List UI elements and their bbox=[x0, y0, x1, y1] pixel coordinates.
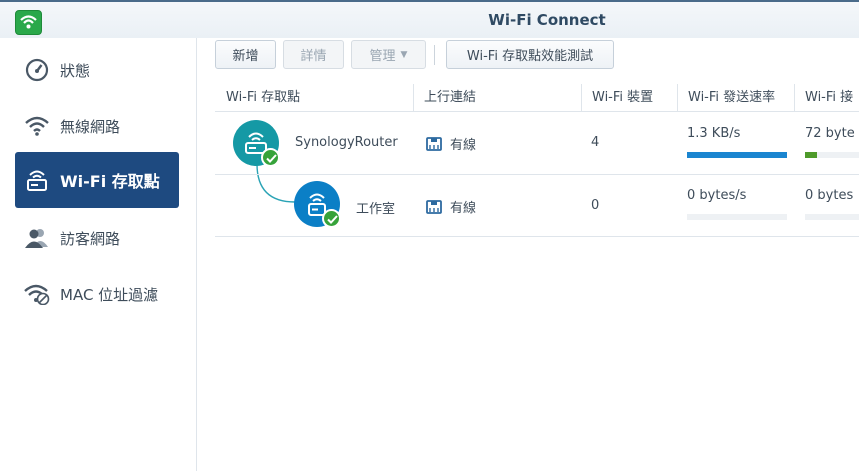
tx-rate-bar-fill bbox=[687, 152, 787, 158]
uplink-cell: 有線 bbox=[426, 134, 476, 155]
sidebar-item-mac-filter[interactable]: MAC 位址過濾 bbox=[15, 266, 179, 322]
toolbar-separator bbox=[434, 45, 435, 65]
window-title: Wi-Fi Connect bbox=[488, 11, 606, 29]
guest-users-icon bbox=[24, 225, 50, 251]
sidebar-item-wireless[interactable]: 無線網路 bbox=[15, 98, 179, 154]
gauge-icon bbox=[24, 57, 50, 83]
speedtest-button[interactable]: Wi-Fi 存取點效能測試 bbox=[446, 40, 614, 69]
sidebar-item-label: 訪客網路 bbox=[60, 229, 121, 248]
table-row[interactable]: SynologyRouter 有線 4 1.3 KB/s 72 byte bbox=[215, 112, 859, 175]
sidebar-item-wifi-points[interactable]: Wi-Fi 存取點 bbox=[15, 152, 179, 208]
details-button[interactable]: 詳情 bbox=[283, 40, 344, 69]
ethernet-icon bbox=[426, 199, 442, 218]
access-point-name: 工作室 bbox=[356, 202, 396, 217]
chevron-down-icon: ▼ bbox=[400, 49, 408, 60]
add-button[interactable]: 新增 bbox=[215, 40, 276, 69]
sidebar: 狀態 無線網路 Wi-Fi 存取點 訪客網路 MAC 位址過濾 bbox=[0, 38, 196, 471]
sidebar-item-label: MAC 位址過濾 bbox=[60, 285, 159, 304]
tx-rate: 1.3 KB/s bbox=[687, 126, 741, 141]
access-point-name: SynologyRouter bbox=[295, 135, 398, 150]
ethernet-icon bbox=[426, 136, 442, 155]
column-header-uplink[interactable]: 上行連結 bbox=[413, 84, 581, 111]
table-row[interactable]: 工作室 有線 0 0 bytes/s 0 bytes bbox=[215, 174, 859, 237]
manage-dropdown-button[interactable]: 管理 ▼ bbox=[351, 40, 426, 69]
router-icon bbox=[294, 181, 341, 228]
tx-rate: 0 bytes/s bbox=[687, 188, 747, 203]
wifi-filter-icon bbox=[24, 281, 50, 307]
uplink-label: 有線 bbox=[450, 138, 477, 153]
column-header-devices[interactable]: Wi-Fi 裝置 bbox=[581, 84, 677, 111]
uplink-label: 有線 bbox=[450, 201, 477, 216]
manage-label: 管理 bbox=[369, 49, 396, 64]
tx-rate-bar bbox=[687, 152, 787, 158]
column-header-rx-rate[interactable]: Wi-Fi 接 bbox=[794, 84, 859, 111]
rx-rate-bar-fill bbox=[805, 152, 817, 158]
uplink-cell: 有線 bbox=[426, 197, 476, 218]
check-icon bbox=[261, 148, 280, 167]
sidebar-item-guest-network[interactable]: 訪客網路 bbox=[15, 210, 179, 266]
check-icon bbox=[322, 209, 341, 228]
rx-rate: 0 bytes bbox=[805, 188, 854, 203]
rx-rate: 72 byte bbox=[805, 126, 855, 141]
sidebar-item-label: 狀態 bbox=[60, 61, 91, 80]
sidebar-divider bbox=[196, 38, 197, 471]
sidebar-item-label: 無線網路 bbox=[60, 117, 121, 136]
router-icon bbox=[233, 120, 280, 167]
sidebar-item-status[interactable]: 狀態 bbox=[15, 42, 179, 98]
sidebar-item-label: Wi-Fi 存取點 bbox=[60, 172, 160, 191]
devices-count: 0 bbox=[591, 198, 600, 213]
title-bar[interactable]: Wi-Fi Connect bbox=[0, 2, 859, 38]
router-icon bbox=[24, 167, 50, 193]
wifi-icon bbox=[24, 113, 50, 139]
tx-rate-bar bbox=[687, 214, 787, 220]
rx-rate-bar bbox=[805, 152, 859, 158]
devices-count: 4 bbox=[591, 135, 600, 150]
rx-rate-bar bbox=[805, 214, 859, 220]
column-header-tx-rate[interactable]: Wi-Fi 發送速率 bbox=[677, 84, 794, 111]
